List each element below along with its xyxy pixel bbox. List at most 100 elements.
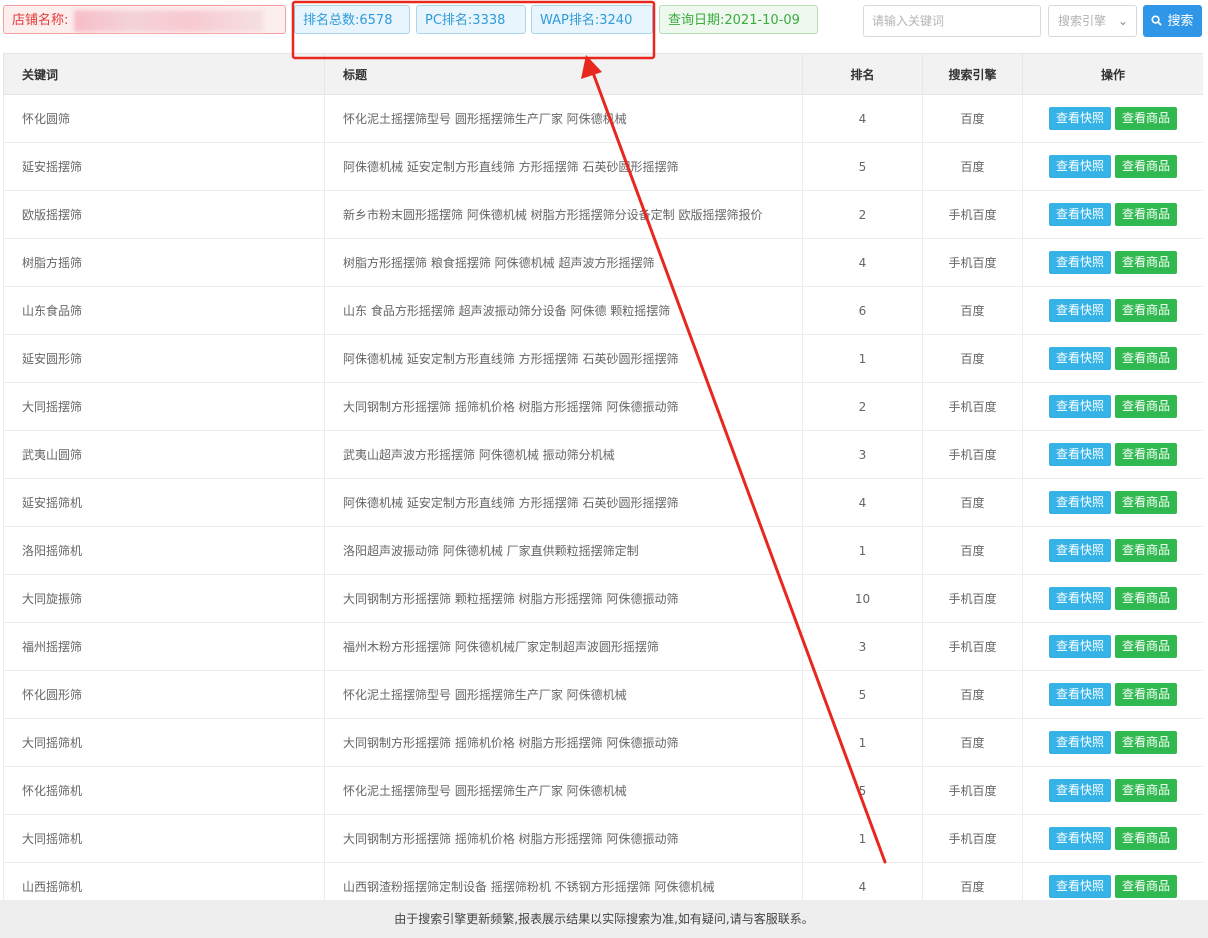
table-row: 洛阳摇筛机 洛阳超声波振动筛 阿侏德机械 厂家直供颗粒摇摆筛定制 1 百度 查看快照 查看…	[3, 526, 1203, 575]
rank-cell: 1	[802, 814, 923, 863]
rank-cell: 1	[802, 718, 923, 767]
ranking-table-container[interactable]: 关键词 标题 排名 搜索引擎 操作 怀化圆筛 怀化泥土摇摆筛型号 圆形摇摆筛生产厂…	[3, 53, 1203, 903]
chevron-down-icon: ⌄	[1117, 14, 1128, 28]
title-cell: 洛阳超声波振动筛 阿侏德机械 厂家直供颗粒摇摆筛定制	[324, 526, 803, 575]
view-snapshot-button[interactable]: 查看快照	[1048, 635, 1111, 658]
view-goods-button[interactable]: 查看商品	[1115, 107, 1178, 130]
table-row: 怀化圆形筛 怀化泥土摇摆筛型号 圆形摇摆筛生产厂家 阿侏德机械 5 百度 查看快照 查看商…	[3, 670, 1203, 719]
table-row: 大同摇筛机 大同钢制方形摇摆筛 摇筛机价格 树脂方形摇摆筛 阿侏德振动筛 1 百度 查看…	[3, 718, 1203, 767]
engine-cell: 百度	[922, 718, 1023, 767]
view-goods-button[interactable]: 查看商品	[1115, 491, 1178, 514]
engine-cell: 百度	[922, 142, 1023, 191]
column-header-engine: 搜索引擎	[922, 53, 1023, 95]
rank-cell: 4	[802, 478, 923, 527]
view-goods-button[interactable]: 查看商品	[1115, 299, 1178, 322]
title-cell: 大同钢制方形摇摆筛 颗粒摇摆筛 树脂方形摇摆筛 阿侏德振动筛	[324, 574, 803, 623]
shop-name-tag: 店铺名称:	[3, 5, 286, 34]
view-snapshot-button[interactable]: 查看快照	[1048, 491, 1111, 514]
table-body: 怀化圆筛 怀化泥土摇摆筛型号 圆形摇摆筛生产厂家 阿侏德机械 4 百度 查看快照 查看商品…	[3, 94, 1203, 903]
view-snapshot-button[interactable]: 查看快照	[1048, 107, 1111, 130]
action-cell: 查看快照 查看商品	[1022, 574, 1203, 623]
table-row: 延安圆形筛 阿侏德机械 延安定制方形直线筛 方形摇摆筛 石英砂圆形摇摆筛 1 百度 查看…	[3, 334, 1203, 383]
view-goods-button[interactable]: 查看商品	[1115, 443, 1178, 466]
engine-cell: 手机百度	[922, 382, 1023, 431]
keyword-cell: 延安圆形筛	[3, 334, 325, 383]
view-goods-button[interactable]: 查看商品	[1115, 539, 1178, 562]
action-cell: 查看快照 查看商品	[1022, 622, 1203, 671]
title-cell: 新乡市粉末圆形摇摆筛 阿侏德机械 树脂方形摇摆筛分设备定制 欧版摇摆筛报价	[324, 190, 803, 239]
view-snapshot-button[interactable]: 查看快照	[1048, 587, 1111, 610]
rank-cell: 2	[802, 382, 923, 431]
view-goods-button[interactable]: 查看商品	[1115, 731, 1178, 754]
rank-cell: 3	[802, 622, 923, 671]
view-goods-button[interactable]: 查看商品	[1115, 875, 1178, 898]
engine-cell: 百度	[922, 94, 1023, 143]
view-snapshot-button[interactable]: 查看快照	[1048, 875, 1111, 898]
view-snapshot-button[interactable]: 查看快照	[1048, 683, 1111, 706]
title-cell: 大同钢制方形摇摆筛 摇筛机价格 树脂方形摇摆筛 阿侏德振动筛	[324, 718, 803, 767]
view-goods-button[interactable]: 查看商品	[1115, 683, 1178, 706]
table-row: 武夷山圆筛 武夷山超声波方形摇摆筛 阿侏德机械 振动筛分机械 3 手机百度 查看快照 查看…	[3, 430, 1203, 479]
view-goods-button[interactable]: 查看商品	[1115, 251, 1178, 274]
table-header-row: 关键词 标题 排名 搜索引擎 操作	[3, 53, 1203, 95]
action-cell: 查看快照 查看商品	[1022, 94, 1203, 143]
engine-cell: 手机百度	[922, 430, 1023, 479]
view-goods-button[interactable]: 查看商品	[1115, 635, 1178, 658]
keyword-cell: 山东食品筛	[3, 286, 325, 335]
engine-cell: 手机百度	[922, 766, 1023, 815]
view-snapshot-button[interactable]: 查看快照	[1048, 443, 1111, 466]
table-row: 欧版摇摆筛 新乡市粉末圆形摇摆筛 阿侏德机械 树脂方形摇摆筛分设备定制 欧版摇摆筛…	[3, 190, 1203, 239]
view-goods-button[interactable]: 查看商品	[1115, 203, 1178, 226]
engine-cell: 手机百度	[922, 814, 1023, 863]
view-snapshot-button[interactable]: 查看快照	[1048, 155, 1111, 178]
ranking-table: 关键词 标题 排名 搜索引擎 操作 怀化圆筛 怀化泥土摇摆筛型号 圆形摇摆筛生产厂…	[3, 53, 1203, 903]
view-snapshot-button[interactable]: 查看快照	[1048, 299, 1111, 322]
engine-cell: 手机百度	[922, 238, 1023, 287]
view-snapshot-button[interactable]: 查看快照	[1048, 731, 1111, 754]
view-goods-button[interactable]: 查看商品	[1115, 395, 1178, 418]
action-cell: 查看快照 查看商品	[1022, 334, 1203, 383]
view-snapshot-button[interactable]: 查看快照	[1048, 779, 1111, 802]
action-cell: 查看快照 查看商品	[1022, 238, 1203, 287]
search-engine-select[interactable]: 搜索引擎 ⌄	[1048, 5, 1137, 37]
view-snapshot-button[interactable]: 查看快照	[1048, 539, 1111, 562]
view-snapshot-button[interactable]: 查看快照	[1048, 395, 1111, 418]
title-cell: 阿侏德机械 延安定制方形直线筛 方形摇摆筛 石英砂圆形摇摆筛	[324, 478, 803, 527]
table-row: 延安摇摆筛 阿侏德机械 延安定制方形直线筛 方形摇摆筛 石英砂圆形摇摆筛 5 百度 查看…	[3, 142, 1203, 191]
rank-cell: 3	[802, 430, 923, 479]
shop-name-redacted	[74, 9, 265, 32]
keyword-cell: 大同摇筛机	[3, 718, 325, 767]
view-goods-button[interactable]: 查看商品	[1115, 587, 1178, 610]
table-row: 山西摇筛机 山西钢渣粉摇摆筛定制设备 摇摆筛粉机 不锈钢方形摇摆筛 阿侏德机械 4 百…	[3, 862, 1203, 903]
title-cell: 怀化泥土摇摆筛型号 圆形摇摆筛生产厂家 阿侏德机械	[324, 94, 803, 143]
view-goods-button[interactable]: 查看商品	[1115, 347, 1178, 370]
search-button-label: 搜索	[1167, 14, 1194, 29]
title-cell: 大同钢制方形摇摆筛 摇筛机价格 树脂方形摇摆筛 阿侏德振动筛	[324, 382, 803, 431]
table-row: 大同旋振筛 大同钢制方形摇摆筛 颗粒摇摆筛 树脂方形摇摆筛 阿侏德振动筛 10 手机百…	[3, 574, 1203, 623]
wap-rank-tag: WAP排名:3240	[531, 5, 653, 34]
rank-cell: 5	[802, 142, 923, 191]
title-cell: 山东 食品方形摇摆筛 超声波振动筛分设备 阿侏德 颗粒摇摆筛	[324, 286, 803, 335]
view-goods-button[interactable]: 查看商品	[1115, 155, 1178, 178]
action-cell: 查看快照 查看商品	[1022, 670, 1203, 719]
top-bar: 店铺名称: 排名总数:6578 PC排名:3338 WAP排名:3240 查询日…	[0, 0, 1208, 52]
view-snapshot-button[interactable]: 查看快照	[1048, 203, 1111, 226]
view-goods-button[interactable]: 查看商品	[1115, 779, 1178, 802]
view-snapshot-button[interactable]: 查看快照	[1048, 347, 1111, 370]
engine-cell: 百度	[922, 670, 1023, 719]
action-cell: 查看快照 查看商品	[1022, 382, 1203, 431]
search-button[interactable]: 搜索	[1143, 5, 1202, 37]
view-snapshot-button[interactable]: 查看快照	[1048, 827, 1111, 850]
action-cell: 查看快照 查看商品	[1022, 526, 1203, 575]
action-cell: 查看快照 查看商品	[1022, 862, 1203, 903]
rank-cell: 1	[802, 334, 923, 383]
keyword-search-input[interactable]	[863, 5, 1041, 37]
column-header-keyword: 关键词	[3, 53, 325, 95]
keyword-cell: 怀化摇筛机	[3, 766, 325, 815]
view-goods-button[interactable]: 查看商品	[1115, 827, 1178, 850]
view-snapshot-button[interactable]: 查看快照	[1048, 251, 1111, 274]
title-cell: 怀化泥土摇摆筛型号 圆形摇摆筛生产厂家 阿侏德机械	[324, 670, 803, 719]
rank-cell: 6	[802, 286, 923, 335]
action-cell: 查看快照 查看商品	[1022, 766, 1203, 815]
table-row: 福州摇摆筛 福州木粉方形摇摆筛 阿侏德机械厂家定制超声波圆形摇摆筛 3 手机百度 查看快…	[3, 622, 1203, 671]
